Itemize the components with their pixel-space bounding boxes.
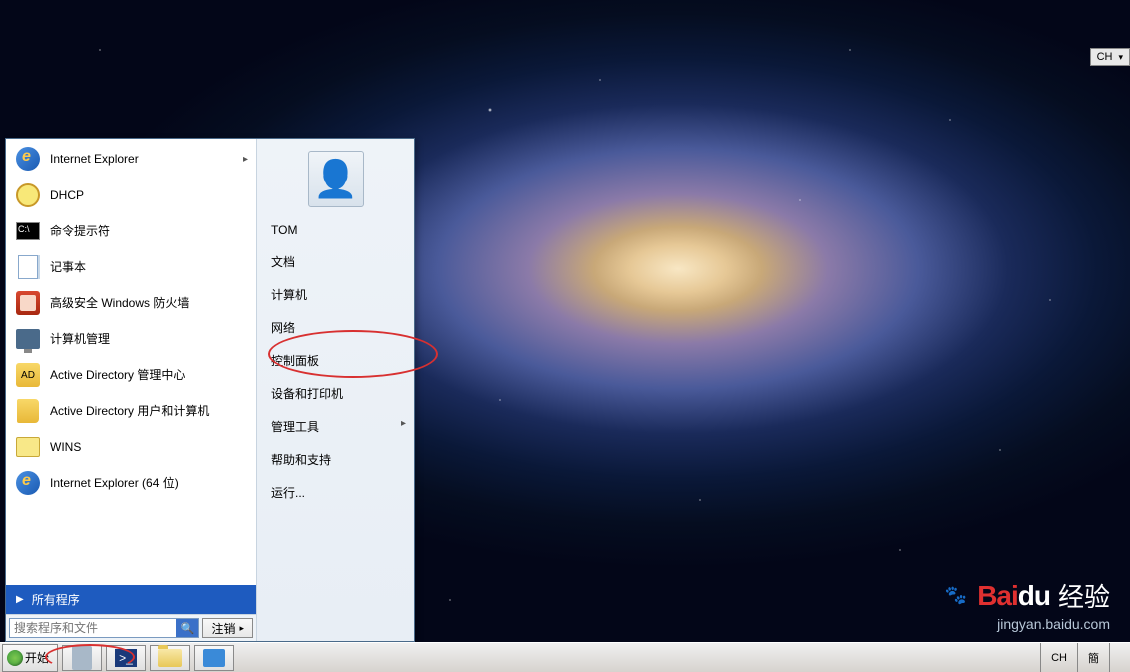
tray-ime[interactable]: 簡 xyxy=(1077,643,1109,672)
app-item-6[interactable]: AD Active Directory 管理中心 xyxy=(8,357,254,393)
search-icon: 🔍 xyxy=(181,622,195,635)
watermark-logo-b: du xyxy=(1018,580,1050,611)
language-bar[interactable]: CH ▾ xyxy=(1090,48,1130,66)
right-item-4[interactable]: 控制面板 xyxy=(257,344,414,377)
app-label: Internet Explorer (64 位) xyxy=(50,476,179,490)
search-input[interactable] xyxy=(10,619,176,637)
logoff-label: 注销 xyxy=(211,620,235,637)
start-menu-left-pane: Internet Explorer DHCP C:\ 命令提示符记事本高级安全 Win… xyxy=(6,139,256,641)
language-bar-menu-icon[interactable]: ▾ xyxy=(1118,52,1123,63)
pinned-apps-list: Internet Explorer DHCP C:\ 命令提示符记事本高级安全 Win… xyxy=(6,139,256,585)
app-label: Active Directory 管理中心 xyxy=(50,368,185,382)
app-label: Internet Explorer xyxy=(50,152,139,166)
logoff-button[interactable]: 注销 xyxy=(202,618,253,638)
firewall-icon xyxy=(16,291,40,315)
tray-more[interactable] xyxy=(1109,643,1130,672)
start-menu-right-pane: 👤 TOM文档计算机网络控制面板设备和打印机管理工具帮助和支持运行... xyxy=(256,139,414,641)
wins-icon xyxy=(16,437,40,457)
notepad-icon xyxy=(18,255,38,279)
search-go-button[interactable]: 🔍 xyxy=(176,619,198,637)
right-item-3[interactable]: 网络 xyxy=(257,311,414,344)
right-item-7[interactable]: 帮助和支持 xyxy=(257,443,414,476)
book-icon xyxy=(17,399,39,423)
watermark: 🐾 Baidu 经验 jingyan.baidu.com xyxy=(945,577,1110,632)
all-programs-button[interactable]: 所有程序 xyxy=(6,585,256,614)
search-row: 🔍 注销 xyxy=(6,614,256,641)
dashboard-icon xyxy=(203,649,225,667)
user-icon: 👤 xyxy=(313,158,358,200)
app-item-1[interactable]: DHCP xyxy=(8,177,254,213)
computer-icon xyxy=(16,329,40,349)
ad-icon: AD xyxy=(16,363,40,387)
cmd-icon: C:\ xyxy=(16,222,40,240)
app-item-2[interactable]: C:\ 命令提示符 xyxy=(8,213,254,249)
folder-icon xyxy=(158,649,182,667)
system-tray: CH 簡 xyxy=(1040,643,1130,672)
app-item-9[interactable]: Internet Explorer (64 位) xyxy=(8,465,254,501)
paw-icon: 🐾 xyxy=(945,585,967,606)
app-item-8[interactable]: WINS xyxy=(8,429,254,465)
watermark-logo-a: Bai xyxy=(977,580,1018,611)
app-item-0[interactable]: Internet Explorer xyxy=(8,141,254,177)
language-bar-lang[interactable]: CH xyxy=(1097,51,1113,63)
right-item-5[interactable]: 设备和打印机 xyxy=(257,377,414,410)
start-button[interactable]: 开始 xyxy=(2,644,58,672)
user-picture[interactable]: 👤 xyxy=(308,151,364,207)
taskbar-dashboard[interactable] xyxy=(194,645,234,671)
app-item-7[interactable]: Active Directory 用户和计算机 xyxy=(8,393,254,429)
app-label: 计算机管理 xyxy=(50,332,110,346)
ie-icon xyxy=(16,147,40,171)
start-menu: Internet Explorer DHCP C:\ 命令提示符记事本高级安全 Win… xyxy=(5,138,415,642)
app-item-4[interactable]: 高级安全 Windows 防火墙 xyxy=(8,285,254,321)
start-button-label: 开始 xyxy=(25,649,49,666)
watermark-url: jingyan.baidu.com xyxy=(945,616,1110,632)
taskbar-server-manager[interactable] xyxy=(62,645,102,671)
right-item-8[interactable]: 运行... xyxy=(257,476,414,509)
search-box: 🔍 xyxy=(9,618,199,638)
app-label: 命令提示符 xyxy=(50,224,110,238)
app-label: Active Directory 用户和计算机 xyxy=(50,404,209,418)
right-item-1[interactable]: 文档 xyxy=(257,245,414,278)
app-label: 高级安全 Windows 防火墙 xyxy=(50,296,189,310)
taskbar-explorer[interactable] xyxy=(150,645,190,671)
clock-icon xyxy=(16,183,40,207)
watermark-cn: 经验 xyxy=(1058,577,1110,614)
right-item-6[interactable]: 管理工具 xyxy=(257,410,414,443)
all-programs-label: 所有程序 xyxy=(32,591,80,608)
user-picture-frame: 👤 xyxy=(257,139,414,215)
app-label: DHCP xyxy=(50,188,84,202)
taskbar-powershell[interactable]: >_ xyxy=(106,645,146,671)
app-label: 记事本 xyxy=(50,260,86,274)
server-icon xyxy=(72,646,92,670)
ie-icon xyxy=(16,471,40,495)
app-item-5[interactable]: 计算机管理 xyxy=(8,321,254,357)
app-label: WINS xyxy=(50,440,81,454)
app-item-3[interactable]: 记事本 xyxy=(8,249,254,285)
tray-lang[interactable]: CH xyxy=(1040,643,1077,672)
right-item-0[interactable]: TOM xyxy=(257,215,414,245)
start-orb-icon xyxy=(7,650,23,666)
taskbar: 开始 >_ CH 簡 xyxy=(0,642,1130,672)
powershell-icon: >_ xyxy=(115,649,137,667)
right-item-2[interactable]: 计算机 xyxy=(257,278,414,311)
